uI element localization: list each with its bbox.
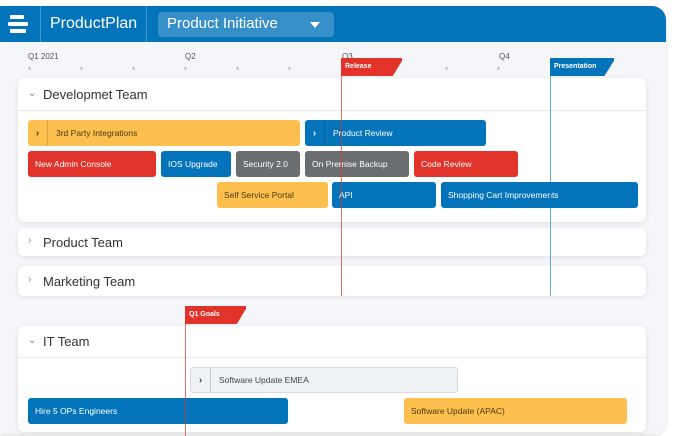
bar-hire-ops-engineers[interactable]: Hire 5 OPs Engineers [28,398,288,424]
bar-label: Software Update EMEA [219,375,309,385]
bar-3rd-party-integrations[interactable]: › 3rd Party Integrations [28,120,300,146]
q1-goals-line [185,306,186,436]
bar-label: 3rd Party Integrations [56,128,137,138]
bar-software-update-apac[interactable]: Software Update (APAC) [404,398,627,424]
presentation-line [550,58,551,296]
chevron-down-icon[interactable]: ⌄ [28,335,36,346]
bar-self-service-portal[interactable]: Self Service Portal [217,182,328,208]
view-dropdown-label: Product Initiative [167,15,278,32]
bar-code-review[interactable]: Code Review [414,151,518,177]
brand-name: ProductPlan [50,15,137,33]
quarter-label: Q4 [499,52,510,61]
milestone-presentation[interactable]: Presentation [550,58,614,76]
bar-security[interactable]: Security 2.0 [236,151,300,177]
lane-title: Developmet Team [43,87,148,102]
lane-product-team[interactable]: › Product Team [18,228,646,256]
bar-shopping-cart-improvements[interactable]: Shopping Cart Improvements [441,182,638,208]
milestone-q1-goals[interactable]: Q1 Goals [185,306,246,324]
app-header: ProductPlan Product Initiative [0,6,666,42]
bar-new-admin-console[interactable]: New Admin Console [28,151,156,177]
bar-product-review[interactable]: ›Product Review [305,120,486,146]
chevron-down-icon[interactable]: ⌄ [28,88,36,99]
productplan-logo-icon[interactable] [8,15,30,33]
bar-software-update-emea[interactable]: › Software Update EMEA [190,367,458,393]
quarter-label: Q2 [185,52,196,61]
lane-title: IT Team [43,334,89,349]
bar-on-premise-backup[interactable]: On Premise Backup [305,151,409,177]
bar-api[interactable]: API [332,182,436,208]
lane-title: Marketing Team [43,274,135,289]
chevron-right-icon[interactable]: › [28,274,31,285]
expand-chevron-icon[interactable]: › [28,120,48,146]
bar-ios-upgrade[interactable]: IOS Upgrade [161,151,231,177]
chevron-right-icon[interactable]: › [28,235,31,246]
lane-marketing-team[interactable]: › Marketing Team [18,266,646,296]
milestone-release[interactable]: Release [341,58,402,76]
lane-title: Product Team [43,235,123,250]
release-line [341,58,342,296]
caret-down-icon [310,22,320,28]
quarter-label: Q1 2021 [28,52,59,61]
expand-chevron-icon[interactable]: › [191,368,211,392]
view-dropdown[interactable]: Product Initiative [158,12,334,37]
expand-chevron-icon[interactable]: › [305,120,325,146]
